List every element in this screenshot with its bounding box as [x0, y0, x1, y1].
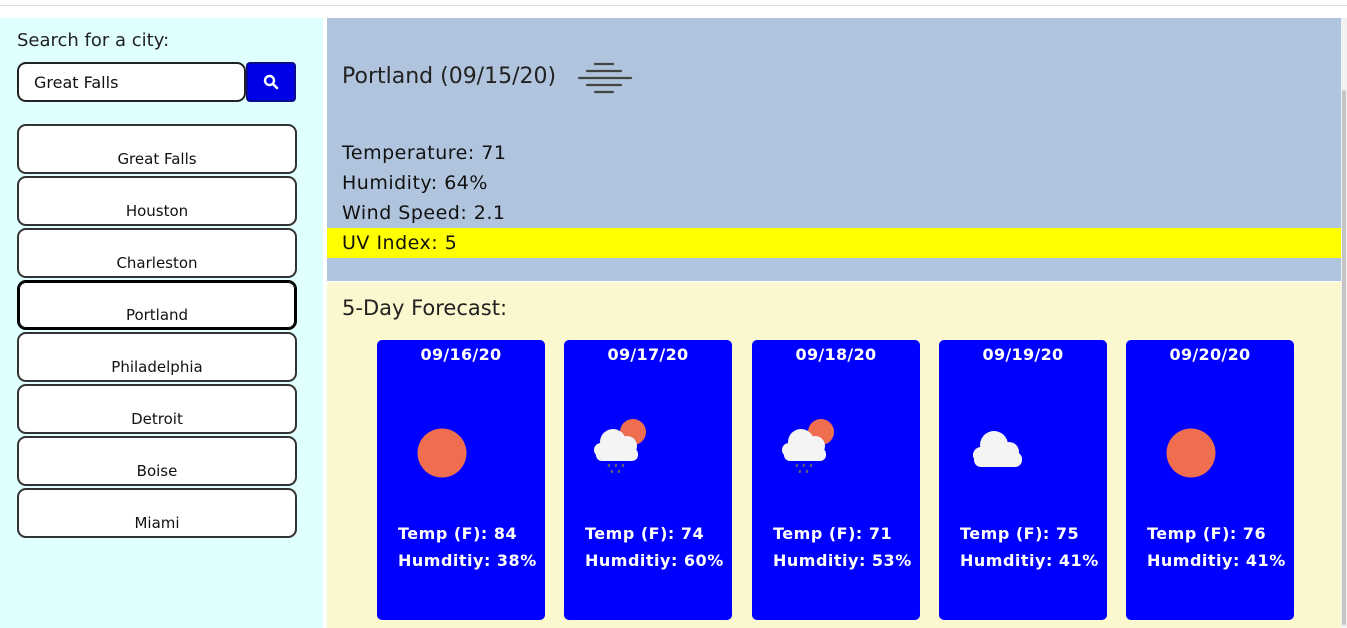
forecast-panel: 5-Day Forecast: 09/16/20 Temp (F): 84 Hu…	[327, 282, 1341, 628]
city-button-portland[interactable]: Portland	[17, 280, 297, 330]
forecast-card: 09/20/20 Temp (F): 76 Humditiy: 41%	[1126, 340, 1294, 620]
current-temperature: Temperature: 71	[342, 142, 507, 164]
forecast-temp: Temp (F): 71	[773, 524, 893, 543]
forecast-date: 09/17/20	[607, 345, 689, 364]
forecast-temp: Temp (F): 74	[585, 524, 705, 543]
city-button-boise[interactable]: Boise	[17, 436, 297, 486]
search-button[interactable]	[246, 62, 296, 102]
forecast-humidity: Humditiy: 60%	[585, 551, 724, 570]
sidebar: Search for a city: Great Falls Houston C…	[0, 18, 323, 628]
search-label: Search for a city:	[17, 30, 170, 51]
forecast-temp: Temp (F): 84	[398, 524, 518, 543]
forecast-date: 09/16/20	[420, 345, 502, 364]
forecast-card: 09/19/20 Temp (F): 75 Humditiy: 41%	[939, 340, 1107, 620]
forecast-title: 5-Day Forecast:	[342, 296, 508, 320]
sun-icon	[417, 428, 467, 478]
haze-icon	[577, 62, 633, 94]
current-humidity: Humidity: 64%	[342, 172, 488, 194]
city-button-houston[interactable]: Houston	[17, 176, 297, 226]
forecast-card: 09/16/20 Temp (F): 84 Humditiy: 38%	[377, 340, 545, 620]
city-history-list: Great Falls Houston Charleston Portland …	[17, 124, 297, 540]
current-city-title: Portland (09/15/20)	[342, 64, 557, 89]
forecast-humidity: Humditiy: 41%	[1147, 551, 1286, 570]
forecast-date: 09/18/20	[795, 345, 877, 364]
rain-cloud-sun-icon	[782, 419, 834, 474]
forecast-date: 09/19/20	[982, 345, 1064, 364]
city-button-philadelphia[interactable]: Philadelphia	[17, 332, 297, 382]
current-wind-speed: Wind Speed: 2.1	[342, 202, 506, 224]
city-button-charleston[interactable]: Charleston	[17, 228, 297, 278]
uv-index-bar: UV Index: 5	[327, 228, 1341, 258]
city-button-miami[interactable]: Miami	[17, 488, 297, 538]
search-input[interactable]	[17, 62, 246, 102]
forecast-temp: Temp (F): 76	[1147, 524, 1267, 543]
forecast-card: 09/18/20 Temp (F): 71 Humditiy: 53%	[752, 340, 920, 620]
sun-icon	[1166, 428, 1216, 478]
forecast-humidity: Humditiy: 41%	[960, 551, 1099, 570]
rain-cloud-sun-icon	[594, 419, 646, 474]
forecast-card: 09/17/20 Temp (F): 74 Humditiy: 60%	[564, 340, 732, 620]
cloud-icon	[973, 431, 1022, 467]
forecast-humidity: Humditiy: 53%	[773, 551, 912, 570]
search-icon	[263, 74, 279, 90]
current-uv-index: UV Index: 5	[342, 232, 458, 254]
scrollbar-thumb[interactable]	[1342, 90, 1346, 625]
forecast-temp: Temp (F): 75	[960, 524, 1080, 543]
city-button-great-falls[interactable]: Great Falls	[17, 124, 297, 174]
top-divider	[0, 5, 1347, 6]
forecast-humidity: Humditiy: 38%	[398, 551, 537, 570]
forecast-date: 09/20/20	[1169, 345, 1251, 364]
current-weather-panel: Portland (09/15/20) Temperature: 71 Humi…	[327, 18, 1341, 281]
city-button-detroit[interactable]: Detroit	[17, 384, 297, 434]
